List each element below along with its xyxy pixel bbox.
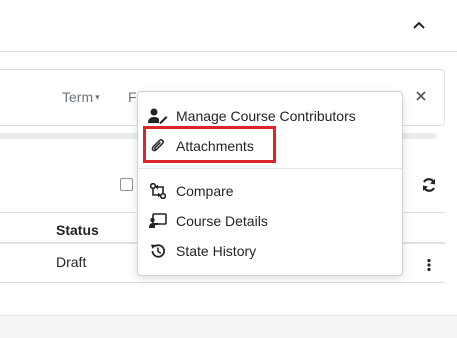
paperclip-icon [148,137,168,155]
status-cell: Draft [56,254,87,270]
clear-filters-button[interactable] [409,84,433,108]
compare-icon [148,182,168,200]
header-divider [0,51,457,52]
chalkboard-icon [148,212,168,230]
caret-down-icon: ▾ [95,92,100,102]
menu-item-state-history[interactable]: State History [148,237,256,265]
menu-item-label: Compare [176,183,234,199]
row-actions-menu: Manage Course Contributors Attachments C… [137,91,403,276]
chevron-up-icon [413,21,425,29]
menu-item-label: Manage Course Contributors [176,108,356,124]
user-edit-icon [148,107,168,125]
menu-item-attachments[interactable]: Attachments [148,132,254,160]
menu-item-label: Attachments [176,138,254,154]
course-panel: Term ▾ F Status Draft Manage Course Cont… [0,0,457,338]
menu-item-label: State History [176,243,257,259]
menu-item-manage-course-contributors[interactable]: Manage Course Contributors [148,102,356,130]
menu-item-label: Course Details [176,213,268,229]
table-bottom-border [0,282,445,283]
refresh-icon [422,178,436,192]
close-icon [416,91,426,101]
history-icon [148,242,168,260]
refresh-button[interactable] [420,176,438,194]
row-actions-button[interactable] [422,253,436,277]
menu-divider [138,168,402,169]
menu-item-course-details[interactable]: Course Details [148,207,268,235]
term-filter-label: Term [62,89,94,105]
status-column-header[interactable]: Status [56,222,99,238]
kebab-vertical-icon [427,258,431,272]
menu-item-compare[interactable]: Compare [148,177,234,205]
select-all-checkbox[interactable] [120,178,133,191]
obscured-filter-label: F [128,89,137,105]
footer-panel [0,315,457,338]
term-filter-dropdown[interactable]: Term ▾ [62,89,100,105]
collapse-panel-button[interactable] [404,10,434,40]
